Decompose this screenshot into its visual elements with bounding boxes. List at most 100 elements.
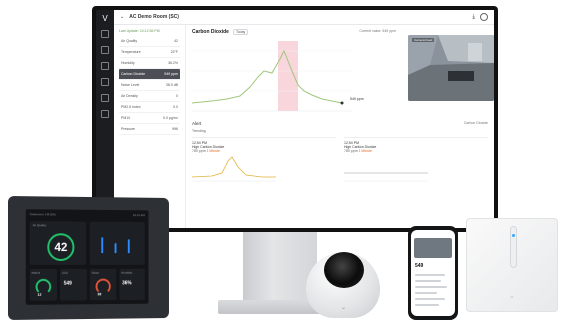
reading-row[interactable]: Noise Level 38.9 dB: [119, 80, 180, 91]
alert-cards: 12:54 PM High Carbon Dioxide 780 ppm 1 M…: [191, 137, 488, 199]
tile-value: 38: [97, 292, 102, 297]
reading-row[interactable]: PM2.5 Index 0.0: [119, 102, 180, 113]
alerts-icon[interactable]: [101, 78, 109, 86]
tile-label: Humidity: [121, 270, 133, 275]
reading-value: 36.2%: [168, 61, 178, 65]
tile-value: 12: [37, 292, 42, 297]
phone-screen: 549: [411, 230, 455, 316]
tile-label: PM2.5: [31, 270, 41, 275]
dashboard-content: Last Update: 10:12:36 PM Air Quality 42 Te…: [114, 25, 494, 228]
camera-label: Camera Feed: [412, 38, 435, 42]
reading-label: Air Density: [121, 94, 138, 98]
settings-icon[interactable]: [101, 110, 109, 118]
dashboard-icon[interactable]: [101, 30, 109, 38]
reading-row[interactable]: Carbon Dioxide 549 ppm: [119, 69, 180, 80]
camera-feed[interactable]: Camera Feed: [408, 35, 494, 101]
reading-label: Pressure: [121, 127, 136, 131]
reading-label: Temperature: [121, 50, 141, 54]
monitor-screen: V ⌄ AC Demo Room (SC) ⤓ Last Update: 10:…: [96, 10, 494, 228]
reading-row[interactable]: Temperature 23°F: [119, 47, 180, 58]
tablet-room-name: Classroom 1-B (SA): [29, 212, 56, 217]
alert-card[interactable]: 12:54 PM High Carbon Dioxide 780 ppm 1 M…: [344, 137, 488, 199]
reading-value: 0: [176, 94, 178, 98]
breadcrumb[interactable]: AC Demo Room (SC): [129, 14, 179, 20]
co2-series-line: [191, 49, 343, 104]
phone-list-line: [415, 292, 437, 294]
dome-camera-lens: [324, 252, 364, 288]
highlight-band: [278, 41, 298, 111]
metric-bar: [114, 243, 117, 254]
tile-value: 549: [63, 280, 72, 287]
alert-section: Alert Carbon Dioxide Trending 12:54 PM H…: [191, 121, 488, 199]
last-update-text: Last Update: 10:12:36 PM: [119, 29, 160, 33]
reading-label: PM10: [121, 116, 131, 120]
office-camera-image: [408, 35, 494, 101]
reading-label: Air Quality: [121, 39, 138, 43]
app-main: ⌄ AC Demo Room (SC) ⤓ Last Update: 10:12…: [114, 10, 494, 228]
co2-line-chart: [191, 41, 352, 112]
reading-row[interactable]: Humidity 36.2%: [119, 58, 180, 69]
devices-icon[interactable]: [101, 46, 109, 54]
camera-logo-icon: ⌄: [341, 305, 347, 311]
tablet-screen: Classroom 1-B (SA) 10:12 AM Air Quality …: [25, 209, 149, 305]
settings-gear-icon[interactable]: [480, 13, 488, 21]
reading-label: Noise Level: [121, 83, 140, 87]
phone-camera-thumbnail[interactable]: [414, 238, 452, 258]
tile-label: Noise: [91, 270, 100, 275]
reading-label: Humidity: [121, 61, 135, 65]
tablet-time: 10:12 AM: [132, 213, 145, 218]
reading-row[interactable]: PM10 0.0 μg/m³: [119, 113, 180, 124]
time-range-select[interactable]: Today: [232, 29, 249, 35]
phone-value: 549: [415, 263, 424, 269]
alert-subtitle: Trending: [192, 129, 206, 133]
brand-logo-icon: V: [102, 14, 108, 23]
monitor-stand-neck: [243, 232, 317, 310]
alert-mini-chart: [191, 156, 276, 182]
reports-icon[interactable]: [101, 94, 109, 102]
reading-value: 23°F: [170, 50, 178, 54]
environment-sensor: ⌄: [466, 218, 558, 312]
metrics-panel: [89, 221, 145, 265]
alert-mini-chart: [344, 172, 428, 182]
reading-row[interactable]: Air Density 0: [119, 91, 180, 102]
metric-bar: [101, 237, 104, 254]
alert-card[interactable]: 12:54 PM High Carbon Dioxide 780 ppm 1 M…: [191, 137, 336, 199]
phone-list-line: [415, 274, 445, 276]
current-value-label: Current value: 549 ppm: [359, 29, 396, 33]
marker-label: 549 ppm: [350, 97, 364, 101]
reading-label: PM2.5 Index: [121, 105, 141, 109]
reading-value: 0.0: [173, 105, 178, 109]
chart-title: Carbon Dioxide: [192, 29, 229, 35]
phone-list-line: [415, 280, 441, 282]
sensor-logo-icon: ⌄: [509, 293, 515, 300]
readings-list: Air Quality 42 Temperature 23°F Humidity 36.2…: [119, 36, 180, 135]
metric-bar: [127, 239, 130, 254]
reading-label: Carbon Dioxide: [121, 72, 146, 76]
side-navigation: V: [96, 10, 114, 228]
reading-value: 42: [174, 39, 178, 43]
alert-series-line: [191, 156, 276, 178]
wall-tablet: Classroom 1-B (SA) 10:12 AM Air Quality …: [8, 196, 169, 320]
tile-value: 36%: [122, 280, 132, 287]
phone-list-line: [415, 286, 447, 288]
product-lineup-scene: V ⌄ AC Demo Room (SC) ⤓ Last Update: 10:…: [0, 0, 562, 327]
air-quality-label: Air Quality: [32, 223, 47, 228]
tile-label: CO2: [61, 270, 68, 275]
sensors-icon[interactable]: [101, 62, 109, 70]
chevron-down-icon[interactable]: ⌄: [120, 14, 124, 20]
sensor-status-led: [512, 234, 515, 237]
alert-filter-select[interactable]: Carbon Dioxide: [464, 121, 488, 126]
alert-header: Alert Carbon Dioxide: [192, 121, 488, 126]
reading-value: 996: [172, 127, 178, 131]
reading-value: 549 ppm: [164, 72, 178, 76]
charts-area: Carbon Dioxide Today Current value: 549 …: [186, 25, 494, 228]
phone-list-line: [415, 304, 439, 306]
current-point-marker: [340, 101, 344, 105]
alert-title: Alert: [192, 121, 202, 126]
reading-row[interactable]: Pressure 996: [119, 124, 180, 135]
top-bar: ⌄ AC Demo Room (SC) ⤓: [114, 10, 494, 25]
download-icon[interactable]: ⤓: [472, 14, 475, 21]
phone-list-line: [415, 298, 445, 300]
reading-row[interactable]: Air Quality 42: [119, 36, 180, 47]
sensor-vent: [510, 226, 517, 268]
